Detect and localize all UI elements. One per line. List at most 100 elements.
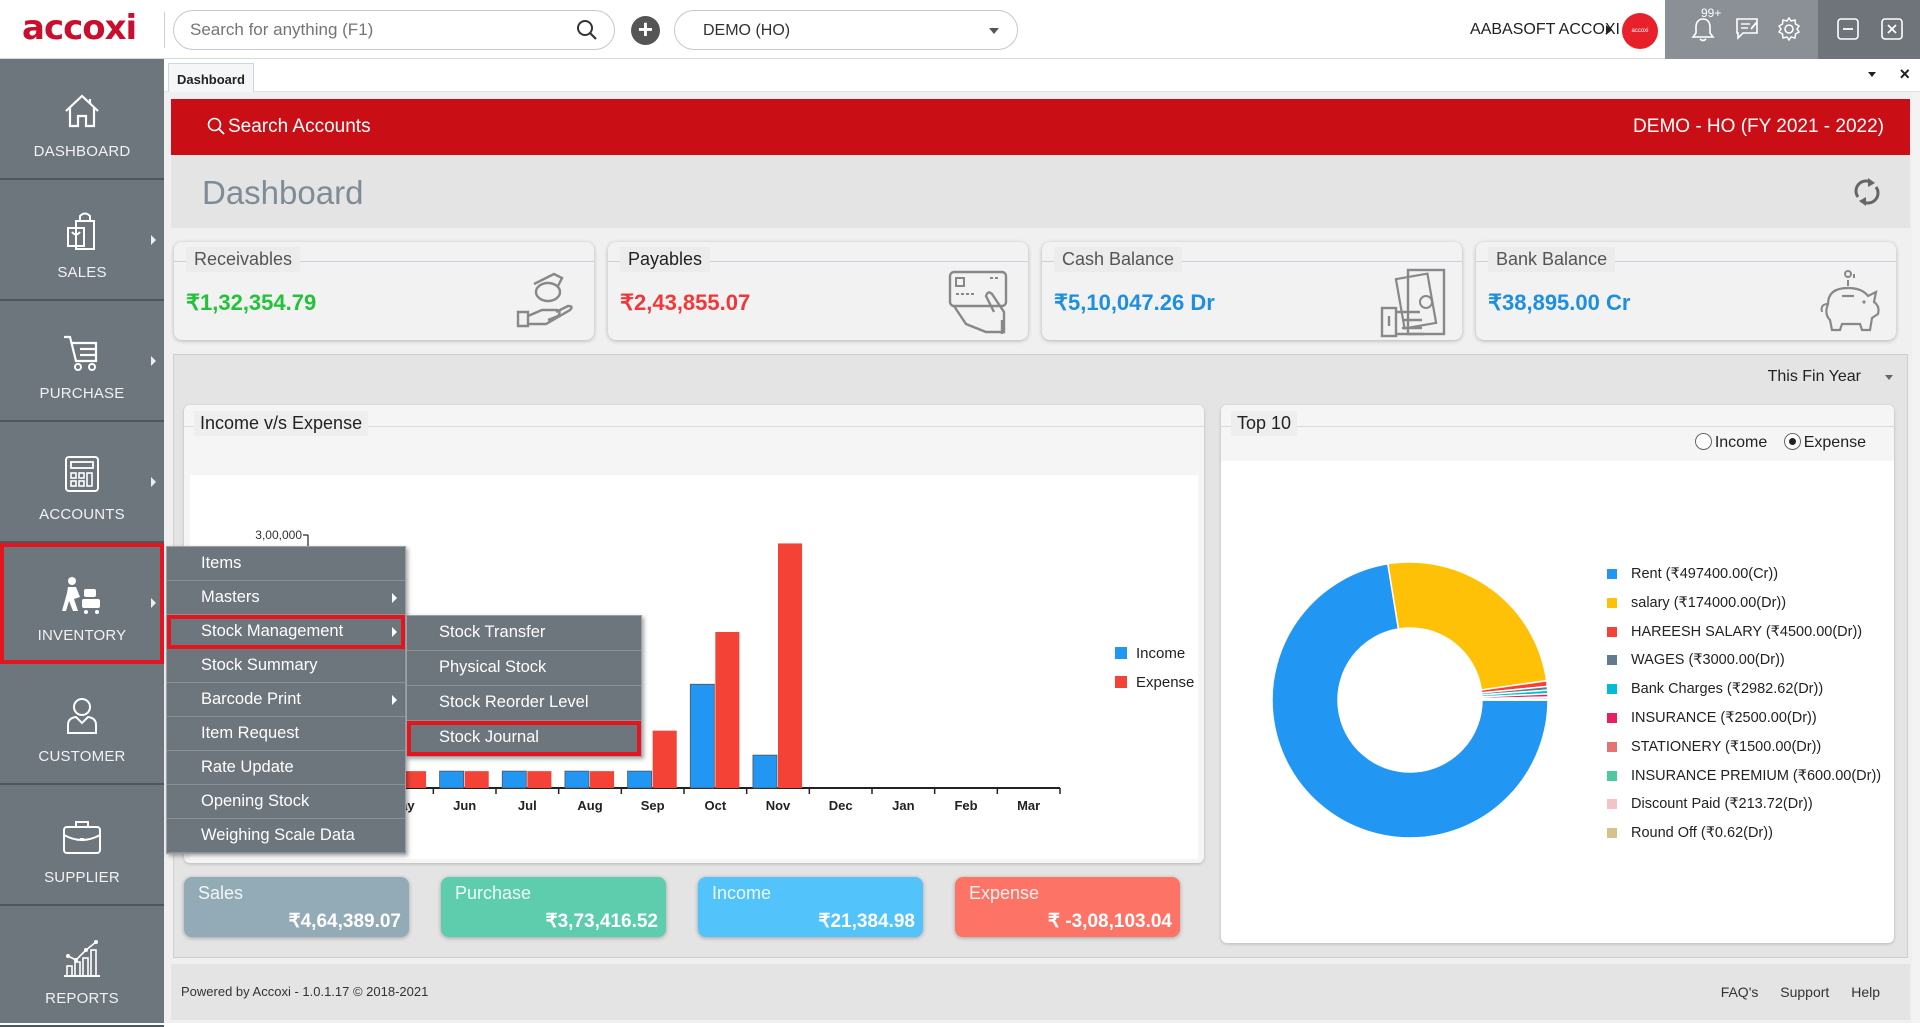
- add-new-button[interactable]: +: [631, 16, 660, 45]
- sidebar-item-sales[interactable]: SALES: [0, 180, 164, 301]
- kpi-payables[interactable]: Payables ₹2,43,855.07: [608, 242, 1028, 340]
- legend-item: HAREESH SALARY (₹4500.00(Dr)): [1607, 623, 1881, 652]
- sidebar-label: INVENTORY: [0, 627, 164, 644]
- sidebar-item-accounts[interactable]: ACCOUNTS: [0, 422, 164, 543]
- chat-icon[interactable]: [1735, 17, 1761, 46]
- x-tick-label: Feb: [954, 798, 977, 813]
- dashboard-content: Search Accounts DEMO - HO (FY 2021 - 202…: [164, 92, 1917, 1023]
- global-search[interactable]: [173, 10, 615, 50]
- menu-item-label: Rate Update: [201, 758, 294, 776]
- avatar[interactable]: accoxi: [1622, 13, 1658, 49]
- income-expense-title: Income v/s Expense: [194, 411, 368, 436]
- menu-item-physical-stock[interactable]: Physical Stock: [407, 651, 641, 686]
- menu-item-item-request[interactable]: Item Request: [167, 717, 405, 751]
- menu-item-barcode-print[interactable]: Barcode Print: [167, 683, 405, 717]
- menu-item-label: Stock Summary: [201, 656, 317, 674]
- x-tick-label: Mar: [1017, 798, 1040, 813]
- chevron-right-icon: [392, 593, 397, 603]
- bar-expense-jul: [527, 771, 551, 788]
- radio-circle[interactable]: [1695, 433, 1712, 450]
- search-accounts-button[interactable]: Search Accounts: [207, 116, 371, 138]
- menu-item-label: Items: [201, 554, 241, 572]
- legend-item: Round Off (₹0.62(Dr)): [1607, 824, 1881, 853]
- menu-item-stock-transfer[interactable]: Stock Transfer: [407, 616, 641, 651]
- sidebar-label: SALES: [0, 264, 164, 281]
- top10-donut-chart: [1265, 555, 1555, 845]
- stat-expense[interactable]: Expense ₹ -3,08,103.04: [955, 877, 1180, 937]
- menu-item-stock-management[interactable]: Stock Management: [167, 615, 405, 649]
- kpi-receivables[interactable]: Receivables ₹1,32,354.79: [174, 242, 594, 340]
- menu-item-label: Stock Management: [201, 622, 343, 640]
- x-tick-label: Jul: [518, 798, 537, 813]
- kpi-value: ₹2,43,855.07: [620, 290, 750, 316]
- donut-slice: [1388, 562, 1547, 690]
- menu-item-rate-update[interactable]: Rate Update: [167, 751, 405, 785]
- close-window-icon[interactable]: [1880, 17, 1904, 46]
- sidebar-item-dashboard[interactable]: DASHBOARD: [0, 59, 164, 180]
- faq-link[interactable]: FAQ's: [1721, 984, 1759, 1000]
- bell-icon[interactable]: [1691, 17, 1715, 48]
- refresh-icon[interactable]: [1850, 175, 1884, 214]
- legend-item: STATIONERY (₹1500.00(Dr)): [1607, 738, 1881, 767]
- company-fy-label: DEMO - HO (FY 2021 - 2022): [1633, 116, 1884, 138]
- menu-item-masters[interactable]: Masters: [167, 581, 405, 615]
- menu-item-weighing-scale-data[interactable]: Weighing Scale Data: [167, 819, 405, 853]
- x-tick-label: Oct: [704, 798, 726, 813]
- legend-swatch: [1607, 569, 1617, 579]
- sidebar-item-purchase[interactable]: PURCHASE: [0, 301, 164, 422]
- radio-circle-selected[interactable]: [1784, 433, 1801, 450]
- global-search-input[interactable]: [190, 19, 570, 41]
- radio-expense[interactable]: Expense: [1784, 434, 1866, 451]
- card-hand-icon: [946, 268, 1016, 338]
- sidebar-item-reports[interactable]: REPORTS: [0, 906, 164, 1027]
- search-icon[interactable]: [576, 19, 598, 46]
- close-tab-icon[interactable]: ×: [1899, 64, 1910, 85]
- sidebar-item-supplier[interactable]: SUPPLIER: [0, 785, 164, 906]
- legend-swatch: [1607, 742, 1617, 752]
- person-icon: [60, 694, 104, 738]
- legend-label: HAREESH SALARY (₹4500.00(Dr)): [1631, 624, 1862, 640]
- stat-value: ₹21,384.98: [818, 910, 915, 933]
- chevron-right-icon: [151, 477, 156, 487]
- trolley-worker-icon: [60, 573, 104, 617]
- user-name[interactable]: AABASOFT ACCOXI: [1470, 21, 1620, 39]
- stock-management-submenu: Stock Transfer Physical Stock Stock Reor…: [406, 615, 642, 757]
- menu-item-label: Item Request: [201, 724, 299, 742]
- legend-label: Discount Paid (₹213.72(Dr)): [1631, 796, 1813, 812]
- tab-dashboard[interactable]: Dashboard: [168, 63, 254, 93]
- minimize-icon[interactable]: [1836, 17, 1860, 46]
- stat-label: Purchase: [455, 883, 531, 904]
- help-link[interactable]: Help: [1851, 984, 1880, 1000]
- powered-by-text: Powered by Accoxi - 1.0.1.17 © 2018-2021: [181, 984, 428, 999]
- branch-select[interactable]: DEMO (HO): [674, 10, 1018, 50]
- sidebar-label: SUPPLIER: [0, 869, 164, 886]
- menu-item-stock-reorder-level[interactable]: Stock Reorder Level: [407, 686, 641, 721]
- tab-list-dropdown-icon[interactable]: [1868, 72, 1876, 77]
- sidebar-item-inventory[interactable]: INVENTORY: [0, 543, 164, 664]
- menu-item-items[interactable]: Items: [167, 547, 405, 581]
- stat-income[interactable]: Income ₹21,384.98: [698, 877, 923, 937]
- user-menu-arrow-icon[interactable]: [1606, 25, 1612, 35]
- period-select[interactable]: This Fin Year: [1768, 368, 1861, 386]
- kpi-cash-balance[interactable]: Cash Balance ₹5,10,047.26 Dr: [1042, 242, 1462, 340]
- support-link[interactable]: Support: [1780, 984, 1829, 1000]
- sidebar-item-customer[interactable]: CUSTOMER: [0, 664, 164, 785]
- chevron-down-icon[interactable]: [1885, 375, 1893, 380]
- menu-item-opening-stock[interactable]: Opening Stock: [167, 785, 405, 819]
- kpi-value: ₹1,32,354.79: [186, 290, 316, 316]
- kpi-bank-balance[interactable]: Bank Balance ₹38,895.00 Cr: [1476, 242, 1896, 340]
- briefcase-icon: [60, 815, 104, 859]
- stat-sales[interactable]: Sales ₹4,64,389.07: [184, 877, 409, 937]
- legend-swatch: [1607, 713, 1617, 723]
- menu-item-stock-journal[interactable]: Stock Journal: [407, 721, 641, 756]
- stat-purchase[interactable]: Purchase ₹3,73,416.52: [441, 877, 666, 937]
- branch-select-value: DEMO (HO): [703, 22, 790, 40]
- bar-income-aug: [565, 771, 589, 788]
- stat-label: Sales: [198, 883, 243, 904]
- menu-item-label: Physical Stock: [439, 658, 546, 676]
- page-scrollbar[interactable]: [1912, 92, 1920, 1023]
- menu-item-stock-summary[interactable]: Stock Summary: [167, 649, 405, 683]
- gear-icon[interactable]: [1777, 17, 1801, 46]
- radio-income[interactable]: Income: [1695, 434, 1767, 451]
- legend-swatch: [1607, 828, 1617, 838]
